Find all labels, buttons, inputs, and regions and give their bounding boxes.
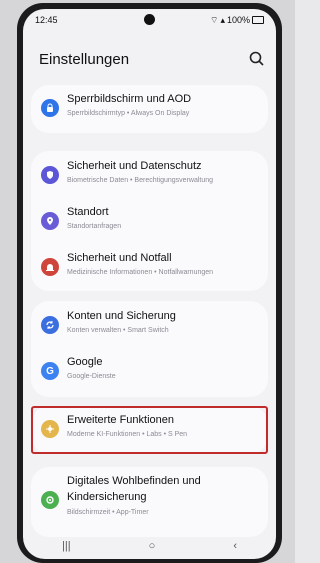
settings-item-safety-emergency[interactable]: Sicherheit und Notfall Medizinische Info… [31, 246, 268, 290]
settings-item-label: Sicherheit und Datenschutz [67, 160, 202, 172]
settings-item-subtitle: Biometrische Daten • Berechtigungsverwal… [67, 177, 214, 184]
status-time: 12:45 [35, 15, 58, 25]
lock-icon [41, 99, 59, 117]
header: Einstellungen [23, 47, 276, 73]
section-wellbeing: Digitales Wohlbefinden und Kindersicheru… [31, 467, 268, 537]
section-lockscreen: Sperrbildschirm und AOD Sperrbildschirmt… [31, 85, 268, 133]
settings-item-subtitle: Medizinische Informationen • Notfallwarn… [67, 269, 214, 276]
home-button[interactable]: ○ [149, 540, 156, 552]
section-advanced: Erweiterte Funktionen Moderne KI-Funktio… [31, 406, 268, 454]
settings-item-label: Digitales Wohlbefinden und [67, 475, 201, 487]
page-title: Einstellungen [39, 51, 130, 68]
wellbeing-icon [41, 491, 59, 509]
google-icon: G [41, 362, 59, 380]
settings-item-label: Sicherheit und Notfall [67, 252, 172, 264]
back-button[interactable]: ‹ [233, 540, 237, 552]
settings-item-security-privacy[interactable]: Sicherheit und Datenschutz Biometrische … [31, 154, 268, 198]
battery-text: 100% [226, 15, 250, 25]
settings-item-label: Erweiterte Funktionen [67, 414, 174, 426]
shield-icon [41, 166, 59, 184]
wifi-icon: ⌔ [209, 14, 219, 25]
settings-item-subtitle: Sperrbildschirmtyp • Always On Display [67, 110, 190, 117]
settings-item-accounts-backup[interactable]: Konten und Sicherung Konten verwalten • … [31, 304, 268, 348]
status-icons: ⌔ ▴ 100% [210, 15, 264, 25]
status-bar: 12:45 ⌔ ▴ 100% [23, 9, 276, 31]
settings-item-advanced-features[interactable]: Erweiterte Funktionen Moderne KI-Funktio… [31, 408, 268, 452]
settings-item-label: Konten und Sicherung [67, 310, 176, 322]
settings-item-label-line2: Kindersicherung [67, 491, 147, 503]
advanced-features-icon [41, 420, 59, 438]
settings-item-wellbeing[interactable]: Digitales Wohlbefinden und Kindersicheru… [31, 471, 268, 531]
battery-icon [252, 16, 264, 24]
settings-item-label: Sperrbildschirm und AOD [67, 93, 192, 105]
section-security: Sicherheit und Datenschutz Biometrische … [31, 151, 268, 291]
search-button[interactable] [248, 50, 266, 68]
settings-item-subtitle: Konten verwalten • Smart Switch [67, 327, 169, 334]
sync-icon [41, 316, 59, 334]
settings-item-subtitle: Bildschirmzeit • App-Timer [67, 509, 149, 516]
signal-icon: ▴ [220, 14, 225, 25]
settings-item-subtitle: Moderne KI-Funktionen • Labs • S Pen [67, 431, 188, 438]
recent-apps-button[interactable]: ||| [62, 540, 71, 552]
search-icon [249, 51, 264, 66]
settings-item-google[interactable]: G Google Google-Dienste [31, 350, 268, 394]
settings-screen: 12:45 ⌔ ▴ 100% Einstellungen Sperrbildsc… [23, 9, 276, 559]
section-accounts: Konten und Sicherung Konten verwalten • … [31, 301, 268, 397]
settings-item-subtitle: Google-Dienste [67, 373, 116, 380]
settings-item-label: Google [67, 356, 103, 368]
settings-item-subtitle: Standortanfragen [67, 223, 122, 230]
emergency-icon [41, 258, 59, 276]
camera-cutout [144, 14, 155, 25]
settings-item-location[interactable]: Standort Standortanfragen [31, 200, 268, 244]
navigation-bar: ||| ○ ‹ [23, 533, 276, 559]
settings-item-lockscreen[interactable]: Sperrbildschirm und AOD Sperrbildschirmt… [31, 87, 268, 131]
settings-item-label: Standort [67, 206, 109, 218]
location-icon [41, 212, 59, 230]
